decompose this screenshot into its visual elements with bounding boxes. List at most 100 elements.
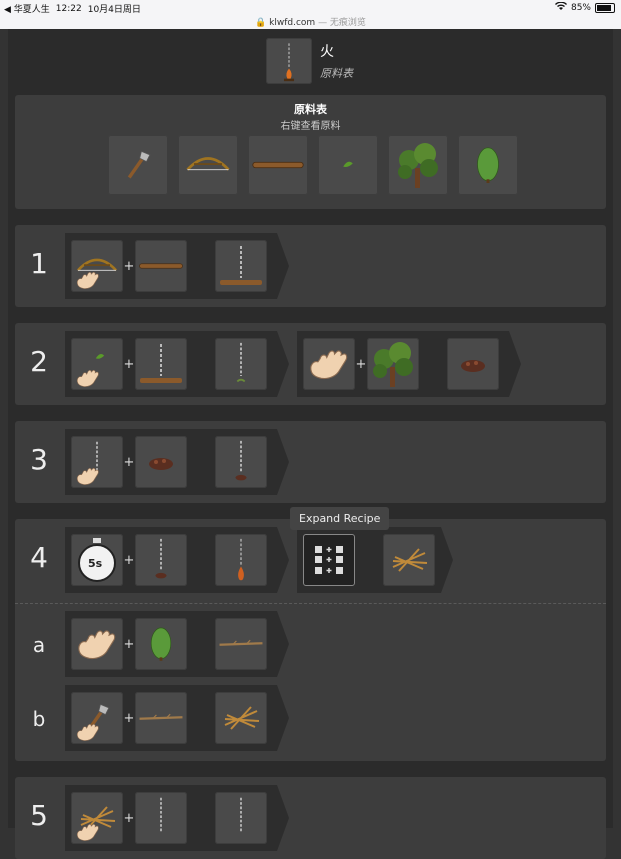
bush-icon [473,141,503,189]
smoking-log-icon [220,246,262,285]
log-slot[interactable] [135,240,187,292]
ingredients-list [108,135,518,195]
recipe-row: + [297,331,509,397]
step-arrow [277,233,289,299]
ingredient-bush[interactable] [458,135,518,195]
ingredients-title: 原料表 [294,103,327,116]
battery-icon [595,3,615,13]
ingredient-log[interactable] [248,135,308,195]
ingredients-hint: 右键查看原料 [280,121,341,132]
address-bar[interactable]: 🔒 klwfd.com — 无痕浏览 [0,15,621,28]
tree-icon [368,339,418,389]
log-icon [138,261,184,271]
page-title: 火 [320,44,334,60]
plus-icon: + [123,258,135,274]
expand-recipe-button[interactable] [303,534,355,586]
result-slot[interactable] [215,692,267,744]
status-bar-left: ◀ 华夏人生 12:22 10月4日周日 [4,2,141,16]
status-date: 10月4日周日 [87,5,141,15]
expand-recipe-tooltip: Expand Recipe [290,507,390,530]
smoke-icon [236,342,246,383]
plus-icon: + [123,810,135,826]
step-arrow [277,331,289,397]
result-slot[interactable] [215,534,267,586]
fire-icon-slot[interactable] [266,38,312,84]
smoking-tinder-icon [155,538,167,579]
recipe-header: 火 原料表 [266,38,353,84]
tree-icon [393,140,443,190]
plus-icon: + [123,552,135,568]
sticks-slot[interactable] [71,792,123,844]
ingredient-leaf[interactable] [318,135,378,195]
step-number: 5 [30,799,48,832]
page-content: 火 原料表 原料表 右键查看原料 1 + 2 + + 3 + 4 5s + Ex… [8,29,613,859]
hand-icon [75,822,101,842]
smoke-icon [151,796,171,840]
leaf-icon [93,350,107,364]
smoking-log-icon [140,344,182,383]
result-slot[interactable] [215,792,267,844]
recipe-row: + [65,685,277,751]
recipe-row: + [65,785,277,851]
result-slot[interactable] [215,618,267,670]
wifi-icon [554,1,567,14]
result-slot[interactable] [215,240,267,292]
smoking-tinder-icon [235,440,247,481]
bow-drill-slot[interactable] [71,240,123,292]
private-mode-label: — 无痕浏览 [318,18,366,28]
plus-icon: + [123,636,135,652]
log-icon [251,159,305,171]
smoking-tinder-slot[interactable] [135,534,187,586]
hand-icon [75,722,101,742]
smoke-slot[interactable] [135,792,187,844]
axe-slot[interactable] [71,692,123,744]
ingredients-panel: 原料表 右键查看原料 [15,95,606,209]
back-to-app-link[interactable]: ◀ 华夏人生 [4,2,50,15]
fire-icon [231,796,251,840]
step-arrow [277,685,289,751]
step-number: 1 [30,247,48,280]
plus-icon: + [355,356,367,372]
step-arrow [277,611,289,677]
ember-icon [238,538,244,581]
leaf-slot[interactable] [71,338,123,390]
ingredient-bow-drill[interactable] [178,135,238,195]
branch-slot[interactable] [135,692,187,744]
tinder-slot[interactable] [135,436,187,488]
hand-slot[interactable] [71,618,123,670]
grid-plus-icon [315,546,343,574]
recipe-row: + [65,233,277,299]
result-slot[interactable] [215,436,267,488]
step-arrow [441,527,453,593]
tree-slot[interactable] [367,338,419,390]
hand-slot[interactable] [303,338,355,390]
timer-slot[interactable]: 5s [71,534,123,586]
step-arrow [277,785,289,851]
bush-slot[interactable] [135,618,187,670]
bow-drill-icon [184,151,232,179]
step-arrow [277,429,289,495]
hand-icon [75,270,101,290]
status-bar: ◀ 华夏人生 12:22 10月4日周日 🔒 klwfd.com — 无痕浏览 … [0,0,621,29]
hand-icon [307,347,351,381]
fire-icon [279,40,299,82]
step-arrow [509,331,521,397]
step-number: 4 [30,541,48,574]
result-slot[interactable] [383,534,435,586]
smoking-log-slot[interactable] [135,338,187,390]
hand-icon [75,627,119,661]
smoke-slot[interactable] [71,436,123,488]
result-slot[interactable] [447,338,499,390]
plus-icon: + [123,356,135,372]
axe-icon [121,148,155,182]
battery-level [597,5,611,11]
result-slot[interactable] [215,338,267,390]
recipe-row: + [65,611,277,677]
ingredient-tree[interactable] [388,135,448,195]
status-bar-right: 85% [554,1,615,14]
step-arrow [277,527,289,593]
sub-step-divider [15,603,606,604]
ingredient-axe[interactable] [108,135,168,195]
page-subtitle: 原料表 [320,67,353,80]
bush-icon [147,621,175,667]
